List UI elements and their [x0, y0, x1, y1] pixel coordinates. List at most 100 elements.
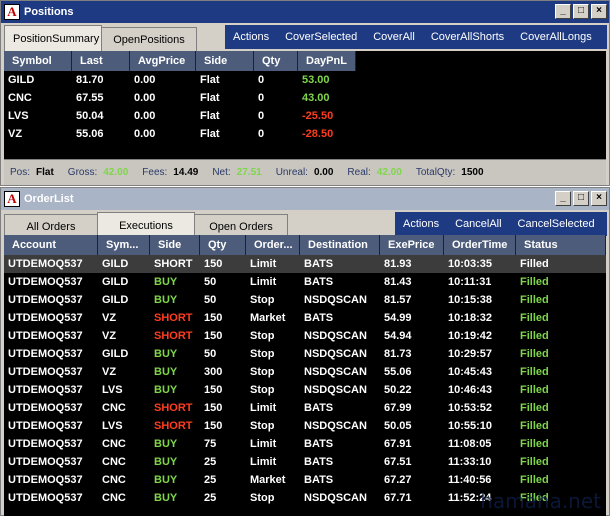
- column-header[interactable]: Last: [72, 51, 130, 71]
- order-cell-order: Stop: [250, 294, 275, 306]
- cover-selected-button[interactable]: CoverSelected: [277, 25, 365, 49]
- order-cell-sym: CNC: [102, 402, 126, 414]
- order-cell-sym: VZ: [102, 366, 117, 378]
- order-row[interactable]: UTDEMOQ537 CNC BUY 25 Market BATS 67.27 11:40:5…: [4, 471, 606, 489]
- order-cell-status: Filled: [520, 456, 549, 468]
- column-header[interactable]: Account: [4, 235, 98, 255]
- column-header[interactable]: ExePrice: [380, 235, 444, 255]
- order-row[interactable]: UTDEMOQ537 LVS BUY 150 Stop NSDQSCAN 50.22 10:4…: [4, 381, 606, 399]
- order-cell-dest: BATS: [304, 438, 334, 450]
- order-row[interactable]: UTDEMOQ537 GILD BUY 50 Limit BATS 81.43 10:11:3…: [4, 273, 606, 291]
- order-cell-status: Filled: [520, 294, 549, 306]
- order-cell-qty: 150: [204, 402, 223, 414]
- window-controls: _ □ ×: [555, 191, 607, 206]
- order-cell-price: 67.27: [384, 474, 412, 486]
- column-header[interactable]: Destination: [300, 235, 380, 255]
- order-cell-account: UTDEMOQ537: [8, 384, 83, 396]
- column-header[interactable]: Order...: [246, 235, 300, 255]
- order-cell-order: Limit: [250, 258, 277, 270]
- orders-grid[interactable]: Account Sym... Side Qty Order... Destination E…: [4, 235, 606, 516]
- cancel-selected-button[interactable]: CancelSelected: [510, 212, 603, 236]
- positions-title: Positions: [24, 6, 74, 18]
- position-cell-avg: 0.00: [134, 74, 156, 86]
- column-header[interactable]: DayPnL: [298, 51, 356, 71]
- position-row[interactable]: GILD 81.70 0.00 Flat 0 53.00: [4, 71, 606, 89]
- column-header[interactable]: AvgPrice: [130, 51, 196, 71]
- actions-menu-button[interactable]: Actions: [395, 212, 447, 236]
- positions-status-bar: Pos: Flat Gross: 42.00 Fees: 14.49 Net: …: [4, 159, 606, 185]
- order-row[interactable]: UTDEMOQ537 VZ SHORT 150 Stop NSDQSCAN 54.94 10:…: [4, 327, 606, 345]
- order-cell-side: BUY: [154, 438, 178, 450]
- order-cell-price: 81.43: [384, 276, 412, 288]
- order-cell-status: Filled: [520, 402, 549, 414]
- cancel-all-button[interactable]: CancelAll: [447, 212, 509, 236]
- cover-all-longs-button[interactable]: CoverAllLongs: [512, 25, 600, 49]
- order-cell-qty: 150: [204, 312, 223, 324]
- order-cell-order: Stop: [250, 492, 275, 504]
- orderlist-titlebar[interactable]: A OrderList _ □ ×: [1, 188, 609, 210]
- column-header[interactable]: Sym...: [98, 235, 150, 255]
- position-cell-qty: 0: [258, 128, 265, 140]
- order-cell-side: BUY: [154, 384, 178, 396]
- positions-grid[interactable]: Symbol Last AvgPrice Side Qty DayPnL GILD 81.70…: [4, 51, 606, 159]
- order-row[interactable]: UTDEMOQ537 CNC BUY 25 Limit BATS 67.51 11:33:10…: [4, 453, 606, 471]
- column-header[interactable]: Status: [516, 235, 606, 255]
- order-cell-account: UTDEMOQ537: [8, 402, 83, 414]
- order-cell-sym: GILD: [102, 276, 129, 288]
- order-cell-qty: 300: [204, 366, 223, 378]
- order-cell-dest: NSDQSCAN: [304, 420, 367, 432]
- order-cell-price: 67.51: [384, 456, 412, 468]
- orders-header-row: Account Sym... Side Qty Order... Destination E…: [4, 235, 606, 255]
- order-row[interactable]: UTDEMOQ537 CNC BUY 75 Limit BATS 67.91 11:08:05…: [4, 435, 606, 453]
- position-cell-avg: 0.00: [134, 128, 156, 140]
- order-cell-sym: LVS: [102, 420, 123, 432]
- tab-position-summary[interactable]: PositionSummary: [4, 25, 102, 51]
- position-row[interactable]: CNC 67.55 0.00 Flat 0 43.00: [4, 89, 606, 107]
- close-icon[interactable]: ×: [591, 191, 607, 206]
- maximize-icon[interactable]: □: [573, 4, 589, 19]
- orderlist-action-bar: Actions CancelAll CancelSelected: [395, 212, 607, 236]
- order-cell-dest: NSDQSCAN: [304, 348, 367, 360]
- order-cell-time: 10:46:43: [448, 384, 493, 396]
- order-cell-order: Stop: [250, 348, 275, 360]
- actions-menu-button[interactable]: Actions: [225, 25, 277, 49]
- minimize-icon[interactable]: _: [555, 4, 571, 19]
- position-row[interactable]: LVS 50.04 0.00 Flat 0 -25.50: [4, 107, 606, 125]
- order-cell-sym: LVS: [102, 384, 123, 396]
- order-cell-qty: 150: [204, 258, 223, 270]
- column-header[interactable]: OrderTime: [444, 235, 516, 255]
- order-cell-status: Filled: [520, 258, 549, 270]
- tab-open-positions[interactable]: OpenPositions: [101, 27, 197, 51]
- order-cell-qty: 150: [204, 420, 223, 432]
- close-icon[interactable]: ×: [591, 4, 607, 19]
- order-cell-account: UTDEMOQ537: [8, 438, 83, 450]
- cover-all-button[interactable]: CoverAll: [365, 25, 423, 49]
- column-header[interactable]: Symbol: [4, 51, 72, 71]
- cover-all-shorts-button[interactable]: CoverAllShorts: [423, 25, 512, 49]
- order-row[interactable]: UTDEMOQ537 GILD SHORT 150 Limit BATS 81.93 10:0…: [4, 255, 606, 273]
- column-header[interactable]: Qty: [200, 235, 246, 255]
- column-header[interactable]: Side: [196, 51, 254, 71]
- order-cell-account: UTDEMOQ537: [8, 312, 83, 324]
- order-cell-sym: CNC: [102, 474, 126, 486]
- order-cell-time: 11:33:10: [448, 456, 492, 468]
- positions-titlebar[interactable]: A Positions _ □ ×: [1, 1, 609, 23]
- minimize-icon[interactable]: _: [555, 191, 571, 206]
- order-cell-side: BUY: [154, 276, 178, 288]
- column-header[interactable]: Qty: [254, 51, 298, 71]
- order-cell-time: 10:15:38: [448, 294, 493, 306]
- order-row[interactable]: UTDEMOQ537 GILD BUY 50 Stop NSDQSCAN 81.73 10:2…: [4, 345, 606, 363]
- order-row[interactable]: UTDEMOQ537 VZ BUY 300 Stop NSDQSCAN 55.06 10:45…: [4, 363, 606, 381]
- positions-toolbar: PositionSummary OpenPositions Actions Co…: [1, 23, 609, 51]
- order-row[interactable]: UTDEMOQ537 LVS SHORT 150 Stop NSDQSCAN 50.05 10…: [4, 417, 606, 435]
- order-cell-side: SHORT: [154, 312, 193, 324]
- order-row[interactable]: UTDEMOQ537 CNC SHORT 150 Limit BATS 67.99 10:53…: [4, 399, 606, 417]
- order-cell-sym: CNC: [102, 492, 126, 504]
- maximize-icon[interactable]: □: [573, 191, 589, 206]
- position-row[interactable]: VZ 55.06 0.00 Flat 0 -28.50: [4, 125, 606, 143]
- order-row[interactable]: UTDEMOQ537 GILD BUY 50 Stop NSDQSCAN 81.57 10:1…: [4, 291, 606, 309]
- order-cell-order: Stop: [250, 384, 275, 396]
- column-header[interactable]: Side: [150, 235, 200, 255]
- order-cell-side: BUY: [154, 474, 178, 486]
- order-row[interactable]: UTDEMOQ537 VZ SHORT 150 Market BATS 54.99 10:18…: [4, 309, 606, 327]
